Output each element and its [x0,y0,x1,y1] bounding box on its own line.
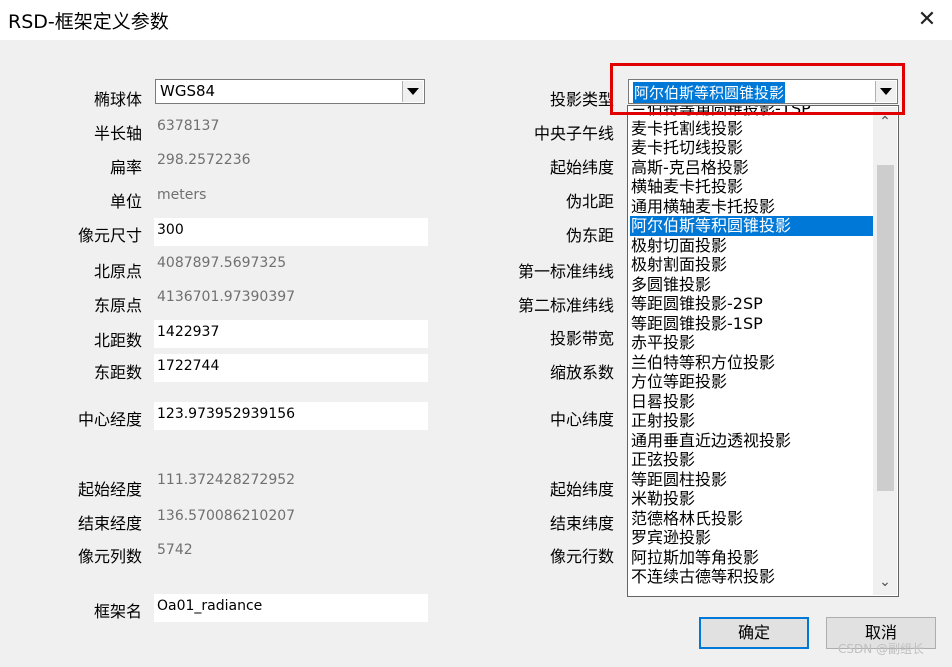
dropdown-item[interactable]: 阿尔伯斯等积圆锥投影 [630,216,874,236]
end-lon-value: 136.570086210207 [157,508,296,524]
dropdown-item[interactable]: 极射割面投影 [630,255,874,275]
pixel-size-input[interactable]: 300 [154,218,428,246]
dropdown-item[interactable]: 范德格林氏投影 [630,509,874,529]
start-lon-value: 111.372428272952 [157,472,296,488]
false-east-label: 伪东距 [565,226,614,245]
central-meridian-label: 中央子午线 [533,124,614,143]
dropdown-item[interactable]: 等距圆柱投影 [630,470,874,490]
ellipsoid-combo[interactable]: WGS84 [155,79,425,104]
dropdown-item[interactable]: 阿拉斯加等角投影 [630,548,874,568]
frame-name-label: 框架名 [93,602,142,621]
zone-width-label: 投影带宽 [549,329,614,348]
false-north-label: 伪北距 [565,192,614,211]
columns-label: 像元列数 [77,547,142,566]
annotation-highlight-box [610,63,905,115]
proj-type-label: 投影类型 [549,90,614,109]
east-dist-label: 东距数 [93,363,142,382]
dropdown-item[interactable]: 正弦投影 [630,450,874,470]
unit-label: 单位 [109,192,142,211]
ellipsoid-value: WGS84 [160,82,216,100]
flattening-label: 扁率 [109,158,142,177]
unit-value: meters [157,187,207,203]
frame-name-input[interactable]: Oa01_radiance [154,594,428,622]
close-icon[interactable]: ✕ [912,4,942,36]
east-dist-input[interactable]: 1722744 [154,354,428,382]
dropdown-item[interactable]: 极射切面投影 [630,236,874,256]
start-lat2-label: 起始纬度 [549,480,614,499]
dropdown-item[interactable]: 日晷投影 [630,392,874,412]
dropdown-item[interactable]: 高斯-克吕格投影 [630,158,874,178]
north-dist-input[interactable]: 1422937 [154,320,428,348]
flattening-value: 298.2572236 [157,152,251,168]
projection-dropdown-list[interactable]: 兰伯特等角圆锥投影-1SP 麦卡托割线投影 麦卡托切线投影 高斯-克吕格投影 横轴麦卡托… [627,105,899,597]
dropdown-item[interactable]: 多圆锥投影 [630,275,874,295]
dropdown-item[interactable]: 罗宾逊投影 [630,528,874,548]
center-lat-label: 中心纬度 [549,410,614,429]
dropdown-item[interactable]: 等距圆锥投影-2SP [630,294,874,314]
semi-major-label: 半长轴 [93,124,142,143]
dropdown-item[interactable]: 等距圆锥投影-1SP [630,314,874,334]
dropdown-item[interactable]: 通用垂直近边透视投影 [630,431,874,451]
scrollbar-thumb[interactable] [877,165,894,491]
columns-value: 5742 [157,542,193,558]
dropdown-items: 兰伯特等角圆锥投影-1SP 麦卡托割线投影 麦卡托切线投影 高斯-克吕格投影 横轴麦卡托… [630,106,874,587]
ok-button[interactable]: 确定 [699,617,809,649]
east-origin-label: 东原点 [93,296,142,315]
scroll-down-icon[interactable]: ⌄ [873,571,897,593]
rows-label: 像元行数 [549,547,614,566]
dropdown-item[interactable]: 麦卡托切线投影 [630,138,874,158]
north-origin-value: 4087897.5697325 [157,255,287,271]
dropdown-item[interactable]: 正射投影 [630,411,874,431]
dropdown-item[interactable]: 横轴麦卡托投影 [630,177,874,197]
std-par2-label: 第二标准纬线 [517,296,614,315]
center-lon-input[interactable]: 123.973952939156 [154,402,428,430]
window-title: RSD-框架定义参数 [8,11,169,33]
std-par1-label: 第一标准纬线 [517,262,614,281]
ellipsoid-label: 椭球体 [93,90,142,109]
center-lon-label: 中心经度 [77,410,142,429]
north-dist-label: 北距数 [93,331,142,350]
end-lat-label: 结束纬度 [549,514,614,533]
dropdown-item[interactable]: 不连续古德等积投影 [630,567,874,587]
semi-major-value: 6378137 [157,118,220,134]
dropdown-item[interactable]: 兰伯特等积方位投影 [630,353,874,373]
pixel-size-label: 像元尺寸 [77,226,142,245]
north-origin-label: 北原点 [93,262,142,281]
dropdown-item[interactable]: 通用横轴麦卡托投影 [630,197,874,217]
ellipsoid-dropdown-button[interactable] [402,81,423,102]
dropdown-scrollbar[interactable]: ⌃ ⌄ [873,107,897,595]
dropdown-item[interactable]: 赤平投影 [630,333,874,353]
start-lat-label: 起始纬度 [549,158,614,177]
start-lon-label: 起始经度 [77,480,142,499]
dropdown-item[interactable]: 方位等距投影 [630,372,874,392]
dropdown-item[interactable]: 米勒投影 [630,489,874,509]
east-origin-value: 4136701.97390397 [157,289,296,305]
dropdown-item[interactable]: 麦卡托割线投影 [630,119,874,139]
end-lon-label: 结束经度 [77,514,142,533]
scale-factor-label: 缩放系数 [549,363,614,382]
watermark: CSDN @副组长 [838,642,925,656]
title-bar: RSD-框架定义参数 ✕ [0,0,952,40]
chevron-down-icon [407,88,419,95]
